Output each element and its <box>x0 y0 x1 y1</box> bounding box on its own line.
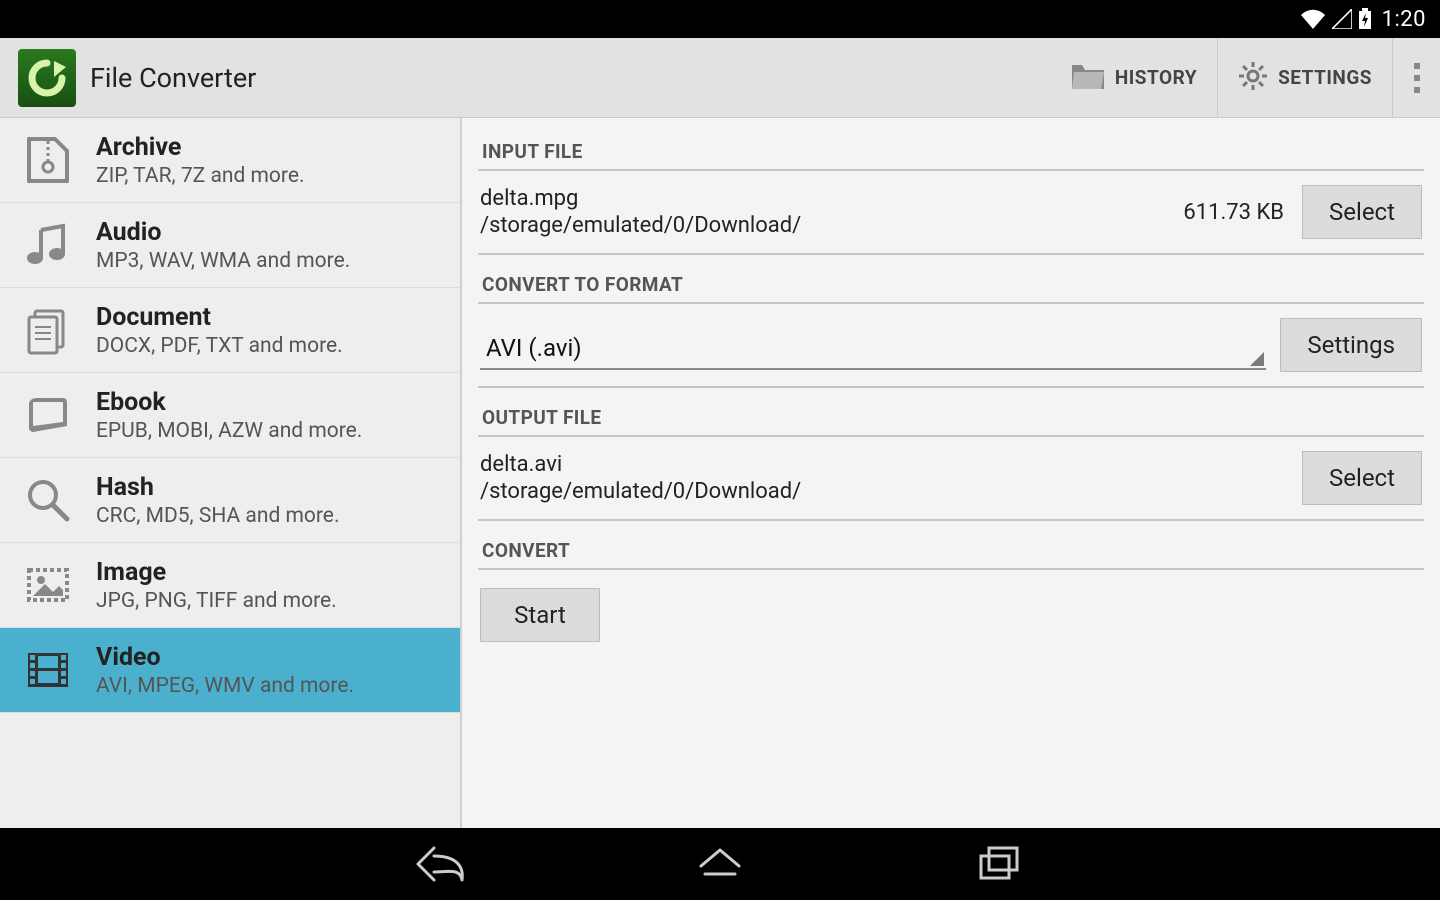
history-button[interactable]: HISTORY <box>1051 38 1217 117</box>
output-file-row: delta.avi /storage/emulated/0/Download/ … <box>478 437 1424 521</box>
output-select-button[interactable]: Select <box>1302 451 1422 505</box>
gear-icon <box>1238 61 1268 95</box>
battery-icon <box>1358 8 1372 30</box>
input-file-row: delta.mpg /storage/emulated/0/Download/ … <box>478 171 1424 255</box>
dropdown-icon <box>1250 352 1264 366</box>
section-header-input: INPUT FILE <box>478 132 1424 171</box>
format-selected-value: AVI (.avi) <box>480 334 588 368</box>
sidebar-item-video[interactable]: Video AVI, MPEG, WMV and more. <box>0 628 460 713</box>
input-filesize: 611.73 KB <box>1183 200 1284 225</box>
start-button[interactable]: Start <box>480 588 600 642</box>
sidebar-item-audio[interactable]: Audio MP3, WAV, WMA and more. <box>0 203 460 288</box>
document-icon <box>20 302 76 358</box>
sidebar-item-sub: ZIP, TAR, 7Z and more. <box>96 164 305 188</box>
sidebar-item-sub: CRC, MD5, SHA and more. <box>96 504 339 528</box>
format-settings-button[interactable]: Settings <box>1280 318 1422 372</box>
folder-icon <box>1071 62 1105 94</box>
category-sidebar: Archive ZIP, TAR, 7Z and more. Audio MP3… <box>0 118 462 828</box>
section-header-output: OUTPUT FILE <box>478 398 1424 437</box>
sidebar-item-label: Document <box>96 303 343 332</box>
status-clock: 1:20 <box>1382 7 1426 32</box>
sidebar-item-label: Ebook <box>96 388 362 417</box>
input-filepath: /storage/emulated/0/Download/ <box>480 213 1169 238</box>
sidebar-item-sub: EPUB, MOBI, AZW and more. <box>96 419 362 443</box>
sidebar-item-label: Image <box>96 558 337 587</box>
nav-back-button[interactable] <box>410 839 470 889</box>
wifi-icon <box>1300 9 1326 29</box>
sidebar-item-document[interactable]: Document DOCX, PDF, TXT and more. <box>0 288 460 373</box>
format-row: AVI (.avi) Settings <box>478 304 1424 388</box>
image-icon <box>20 557 76 613</box>
sidebar-item-archive[interactable]: Archive ZIP, TAR, 7Z and more. <box>0 118 460 203</box>
sidebar-item-sub: AVI, MPEG, WMV and more. <box>96 674 354 698</box>
section-header-format: CONVERT TO FORMAT <box>478 265 1424 304</box>
overflow-menu-button[interactable] <box>1392 38 1440 117</box>
section-header-convert: CONVERT <box>478 531 1424 570</box>
output-filepath: /storage/emulated/0/Download/ <box>480 479 1288 504</box>
overflow-icon <box>1414 63 1420 93</box>
system-nav-bar <box>0 828 1440 900</box>
app-title: File Converter <box>90 62 1051 94</box>
nav-recents-button[interactable] <box>970 839 1030 889</box>
input-select-button[interactable]: Select <box>1302 185 1422 239</box>
archive-icon <box>20 132 76 188</box>
hash-icon <box>20 472 76 528</box>
settings-label: SETTINGS <box>1278 66 1372 89</box>
sidebar-item-label: Video <box>96 643 354 672</box>
settings-button[interactable]: SETTINGS <box>1217 38 1392 117</box>
sidebar-item-hash[interactable]: Hash CRC, MD5, SHA and more. <box>0 458 460 543</box>
sidebar-item-ebook[interactable]: Ebook EPUB, MOBI, AZW and more. <box>0 373 460 458</box>
format-spinner[interactable]: AVI (.avi) <box>480 320 1266 370</box>
convert-row: Start <box>478 570 1424 656</box>
nav-home-button[interactable] <box>690 839 750 889</box>
sidebar-item-sub: JPG, PNG, TIFF and more. <box>96 589 337 613</box>
sidebar-item-image[interactable]: Image JPG, PNG, TIFF and more. <box>0 543 460 628</box>
signal-icon <box>1332 9 1352 29</box>
audio-icon <box>20 217 76 273</box>
sidebar-item-sub: MP3, WAV, WMA and more. <box>96 249 350 273</box>
video-icon <box>20 642 76 698</box>
sidebar-item-label: Archive <box>96 133 305 162</box>
input-filename: delta.mpg <box>480 186 1169 211</box>
sidebar-item-label: Hash <box>96 473 339 502</box>
history-label: HISTORY <box>1115 66 1197 89</box>
status-bar: 1:20 <box>0 0 1440 38</box>
action-bar: File Converter HISTORY SETTINGS <box>0 38 1440 118</box>
sidebar-item-label: Audio <box>96 218 350 247</box>
ebook-icon <box>20 387 76 443</box>
main-panel: INPUT FILE delta.mpg /storage/emulated/0… <box>462 118 1440 828</box>
sidebar-item-sub: DOCX, PDF, TXT and more. <box>96 334 343 358</box>
app-icon <box>18 49 76 107</box>
output-filename: delta.avi <box>480 452 1288 477</box>
